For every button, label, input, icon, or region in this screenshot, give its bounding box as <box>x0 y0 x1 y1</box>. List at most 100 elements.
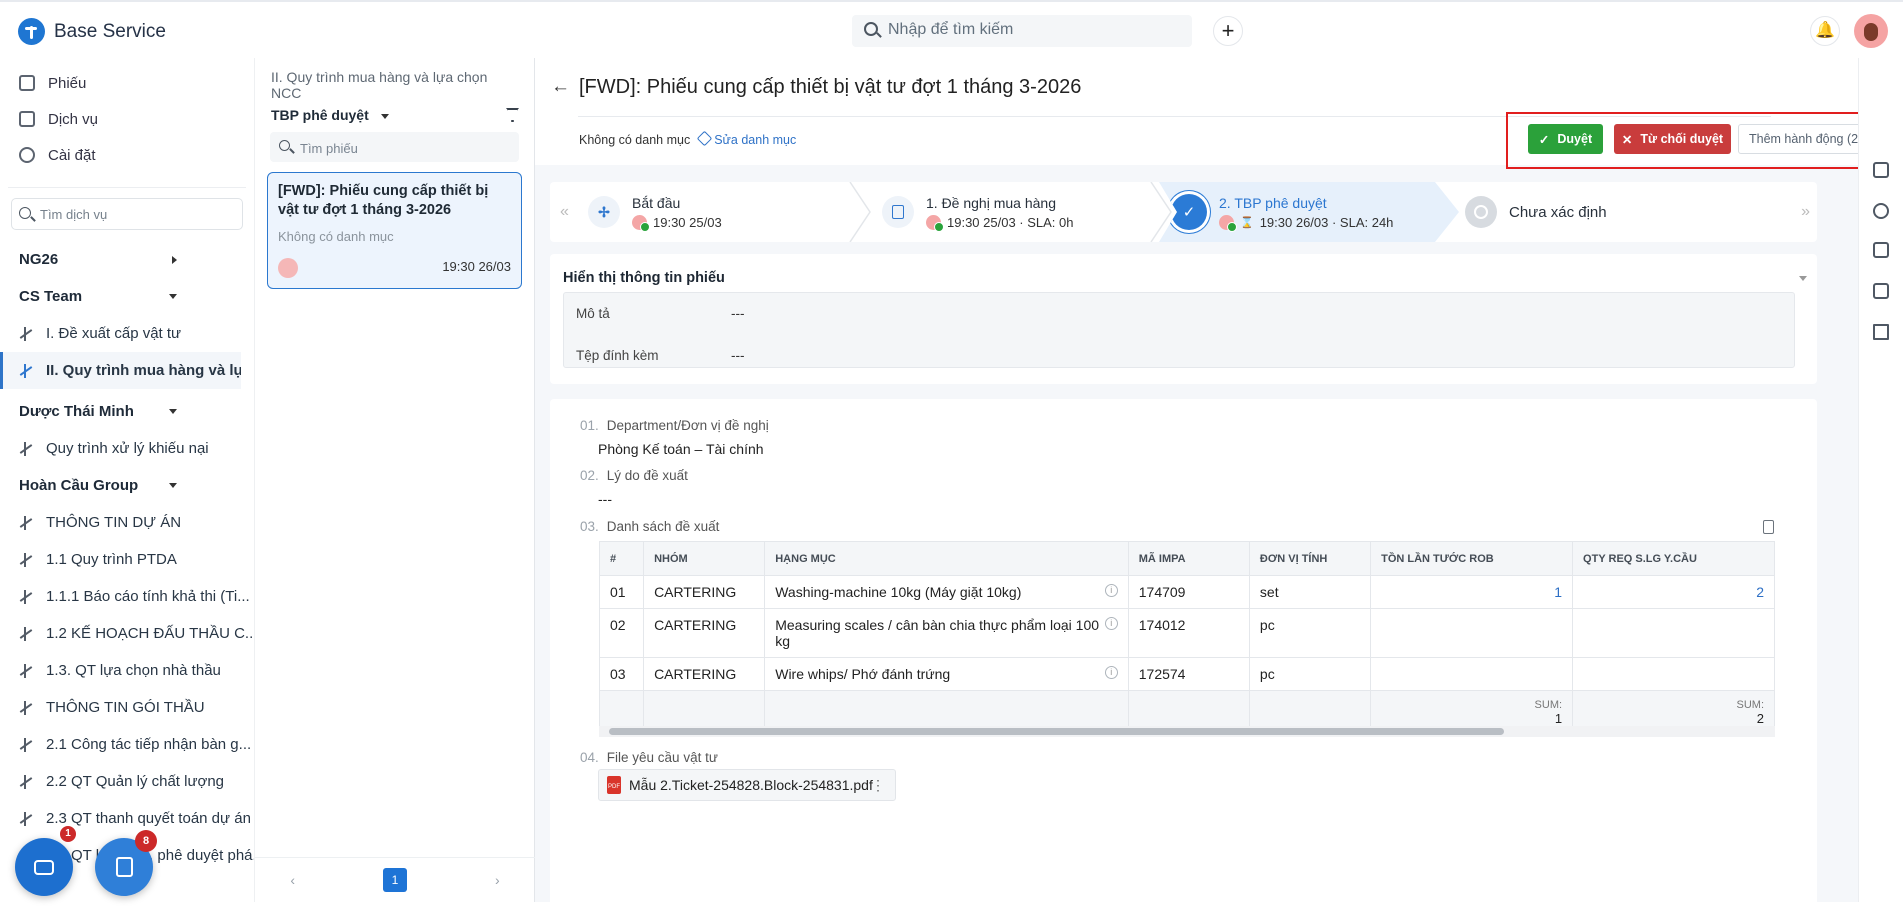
info-label: Mô tả <box>576 306 610 321</box>
service-item[interactable]: THÔNG TIN GÓI THẦU <box>0 689 254 726</box>
file-menu-icon[interactable]: ⋮ <box>871 777 885 794</box>
step-tbp-approval[interactable]: ✓ 2. TBP phê duyệt ⌛ 19:30 26/03 · SLA: 2… <box>1159 182 1459 242</box>
next-page-icon[interactable]: › <box>495 872 500 888</box>
page-current[interactable]: 1 <box>383 868 407 892</box>
group-name: NG26 <box>19 251 59 268</box>
field-label: 01. Department/Đơn vị đề nghị <box>580 418 769 433</box>
reject-label: Từ chối duyệt <box>1640 132 1724 146</box>
check-icon: ✓ <box>1182 204 1196 221</box>
ticket-card[interactable]: [FWD]: Phiếu cung cấp thiết bị vật tư đợ… <box>267 172 522 289</box>
attached-file[interactable]: PDF Mẫu 2.Ticket-254828.Block-254831.pdf… <box>598 769 896 801</box>
detail-header: ← [FWD]: Phiếu cung cấp thiết bị vật tư … <box>535 58 1893 169</box>
service-item[interactable]: 1.3. QT lựa chọn nhà thầu <box>0 652 254 689</box>
task-badge: 8 <box>135 830 157 852</box>
app-name: Base Service <box>54 20 166 42</box>
pdf-file-icon: PDF <box>607 776 621 794</box>
scrollbar-thumb[interactable] <box>609 728 1504 735</box>
service-label: 1.2 KẾ HOẠCH ĐẤU THẦU C... <box>46 625 254 642</box>
field-value: --- <box>598 491 612 507</box>
caret-down-icon <box>169 409 177 414</box>
service-item[interactable]: 1.1 Quy trình PTDA <box>0 541 254 578</box>
workflow-tree-icon[interactable] <box>1873 242 1889 258</box>
workflow-icon <box>19 515 33 530</box>
clock-history-icon[interactable] <box>1873 203 1889 219</box>
collapse-caret-icon[interactable] <box>1799 276 1807 281</box>
step-start[interactable]: « ✢ Bắt đầu 19:30 25/03 <box>550 182 864 242</box>
info-icon[interactable]: i <box>1104 666 1118 679</box>
service-item-active[interactable]: II. Quy trình mua hàng và lự... <box>0 352 241 389</box>
document-icon <box>882 196 914 228</box>
chevron-double-left-icon[interactable]: « <box>560 203 569 221</box>
calendar-icon[interactable] <box>1873 283 1889 299</box>
ticket-search-input[interactable]: Tìm phiếu <box>270 132 519 162</box>
service-search-input[interactable]: Tìm dịch vụ <box>11 198 243 230</box>
nav-services[interactable]: Dịch vụ <box>0 101 254 137</box>
filter-icon[interactable] <box>506 108 519 122</box>
service-item[interactable]: 1.2 KẾ HOẠCH ĐẤU THẦU C... <box>0 615 254 652</box>
task-fab[interactable]: 8 <box>95 830 157 896</box>
cell <box>1370 608 1574 658</box>
col-header: ĐƠN VỊ TÍNH <box>1248 541 1372 576</box>
group-name: Dược Thái Minh <box>19 403 134 420</box>
group-cs-team[interactable]: CS Team <box>0 278 254 315</box>
col-header: QTY REQ S.LG Y.CẦU <box>1572 541 1775 576</box>
add-button[interactable]: + <box>1213 16 1243 46</box>
export-excel-icon[interactable] <box>1763 520 1774 534</box>
cell-item: i Measuring scales / cân bàn chia thực ph… <box>764 608 1129 658</box>
notification-bell-icon[interactable]: 🔔 <box>1810 16 1840 46</box>
service-label: THÔNG TIN GÓI THẦU <box>46 699 205 716</box>
step-avatar <box>632 214 650 232</box>
group-duoc-thai-minh[interactable]: Dược Thái Minh <box>0 393 254 430</box>
table-row: 02 CARTERING i Measuring scales / cân bàn… <box>598 608 1775 658</box>
info-value: --- <box>731 348 745 363</box>
global-search-input[interactable]: Nhập để tìm kiếm <box>852 15 1192 47</box>
service-item[interactable]: Quy trình xử lý khiếu nại <box>0 430 254 467</box>
service-item[interactable]: 2.1 Công tác tiếp nhận bàn g... <box>0 726 254 763</box>
field-number: 01. <box>580 418 599 433</box>
cell: 02 <box>598 608 645 658</box>
group-hoan-cau[interactable]: Hoàn Cầu Group <box>0 467 254 504</box>
nav-settings[interactable]: Cài đặt <box>0 137 254 173</box>
sum-label: SUM: <box>1736 699 1765 711</box>
app-logo[interactable]: Base Service <box>18 18 166 45</box>
chevron-double-right-icon[interactable]: » <box>1801 203 1810 221</box>
edit-category-link[interactable]: Sửa danh mục <box>696 130 796 147</box>
prev-page-icon[interactable]: ‹ <box>290 872 295 888</box>
cell: Washing-machine 10kg (Máy giặt 10kg) <box>775 584 1022 600</box>
step-undetermined[interactable]: Chưa xác định » <box>1465 182 1810 242</box>
service-item[interactable]: 2.3 QT thanh quyết toán dự án <box>0 800 254 837</box>
service-item[interactable]: I. Đề xuất cấp vật tư <box>0 315 254 352</box>
service-item[interactable]: 1.1.1 Báo cáo tính khả thi (Ti... <box>0 578 254 615</box>
user-avatar[interactable] <box>1854 14 1888 48</box>
form-view-icon[interactable] <box>1873 162 1889 178</box>
sum-value: 1 <box>1554 711 1563 726</box>
info-icon[interactable]: i <box>1104 584 1118 597</box>
cell: Wire whips/ Phớ đánh trứng <box>775 666 951 682</box>
approve-button[interactable]: ✓ Duyệt <box>1528 124 1603 154</box>
service-item[interactable]: THÔNG TIN DỰ ÁN <box>0 504 254 541</box>
col-header: MÃ IMPA <box>1127 541 1250 576</box>
info-icon[interactable]: i <box>1104 617 1118 630</box>
field-number: 04. <box>580 750 599 765</box>
reject-button[interactable]: ✕ Từ chối duyệt <box>1614 124 1731 154</box>
approve-label: Duyệt <box>1557 132 1593 146</box>
gear-icon <box>19 147 35 163</box>
field-label: 03. Danh sách đề xuất <box>580 519 719 534</box>
service-item[interactable]: 2.2 QT Quản lý chất lượng <box>0 763 254 800</box>
workflow-icon <box>19 774 33 789</box>
task-check-icon <box>115 857 133 877</box>
back-arrow-icon[interactable]: ← <box>551 76 570 98</box>
start-icon: ✢ <box>588 196 620 228</box>
workflow-icon <box>19 811 33 826</box>
table-horizontal-scrollbar[interactable] <box>599 726 1775 737</box>
nav-tickets[interactable]: Phiếu <box>0 65 254 101</box>
caret-down-icon <box>169 483 177 488</box>
group-ng26[interactable]: NG26 <box>0 241 254 278</box>
ticket-list-pane: II. Quy trình mua hàng và lựa chọn NCC T… <box>255 58 535 902</box>
workflow-icon <box>19 552 33 567</box>
chat-fab[interactable]: 1 <box>15 826 76 896</box>
step-purchase-request[interactable]: 1. Đề nghị mua hàng 19:30 25/03 · SLA: 0… <box>882 182 1170 242</box>
field-name: Danh sách đề xuất <box>606 519 720 534</box>
hourglass-icon[interactable] <box>1873 324 1889 340</box>
view-selector[interactable]: TBP phê duyệt <box>271 107 389 123</box>
